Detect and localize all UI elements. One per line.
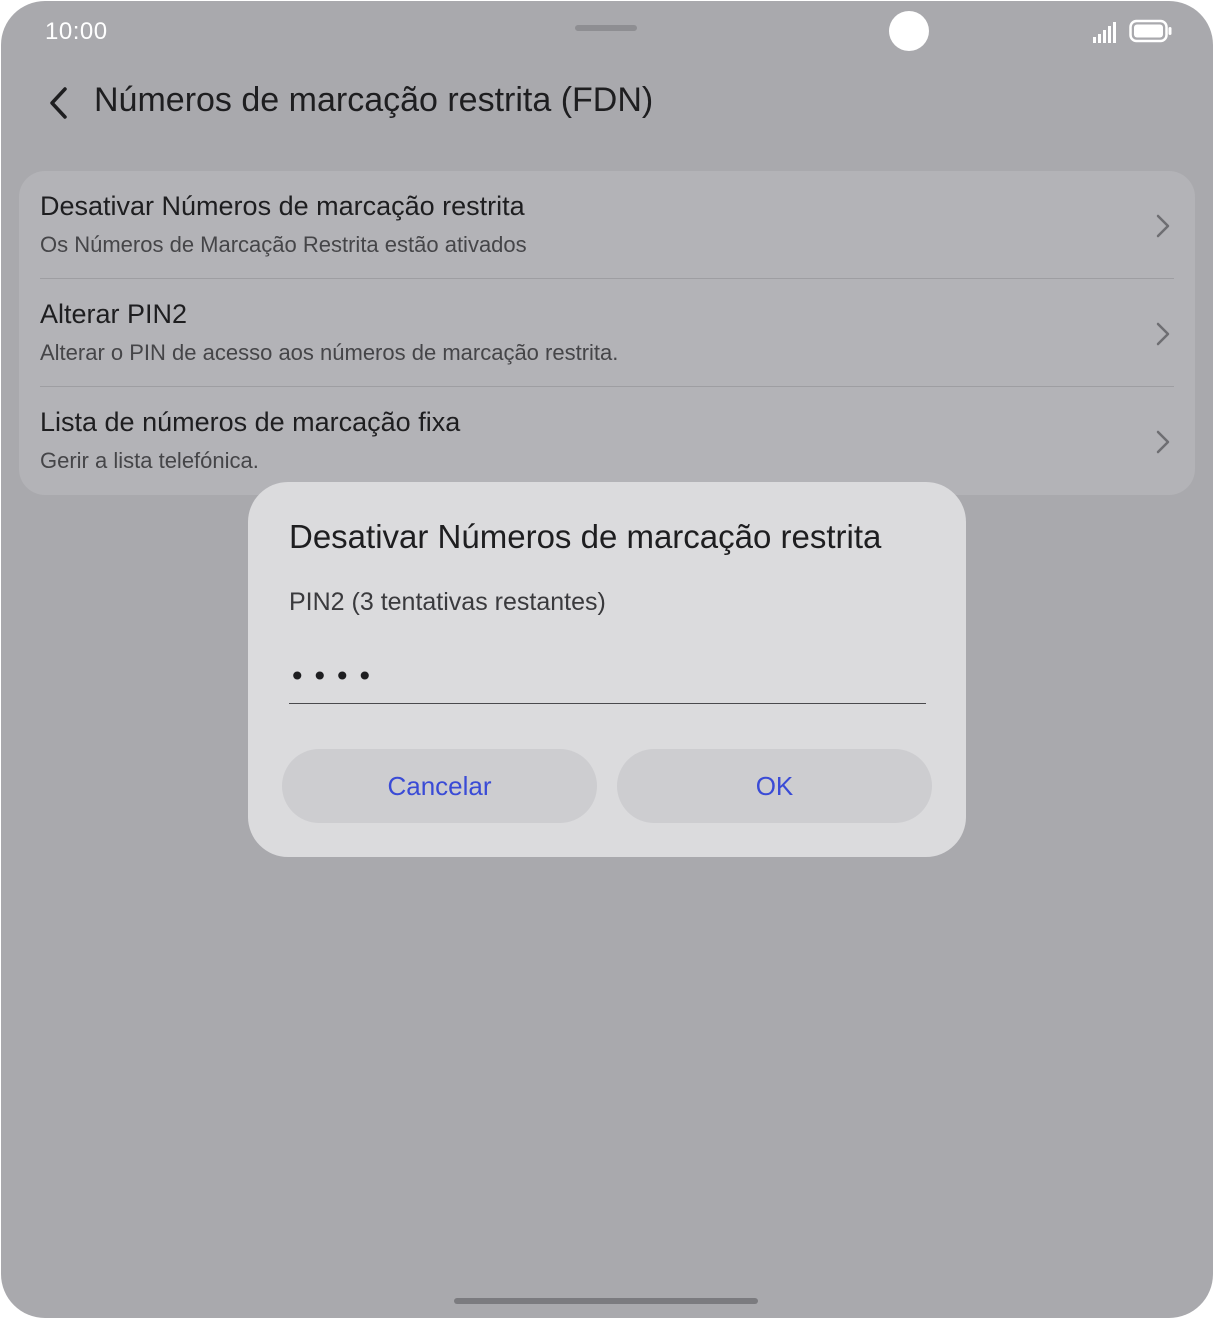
- setting-item-title: Lista de números de marcação fixa: [40, 407, 461, 437]
- chevron-right-icon: [1156, 322, 1170, 346]
- chevron-left-icon[interactable]: [41, 83, 77, 123]
- top-handle: [575, 25, 637, 31]
- pin2-input[interactable]: [289, 642, 926, 704]
- setting-item-title: Alterar PIN2: [40, 299, 188, 329]
- setting-item-subtitle: Gerir a lista telefónica.: [40, 448, 259, 473]
- page-title: Números de marcação restrita (FDN): [94, 81, 654, 119]
- chevron-right-icon: [1156, 430, 1170, 454]
- battery-icon: [1129, 19, 1172, 43]
- setting-item-change-pin2[interactable]: Alterar PIN2 Alterar o PIN de acesso aos…: [19, 279, 1195, 387]
- signal-icon: [1093, 22, 1116, 43]
- dialog-title: Desativar Números de marcação restrita: [289, 518, 882, 555]
- status-time: 10:00: [45, 18, 108, 45]
- cancel-button[interactable]: Cancelar: [282, 749, 597, 823]
- device-screen: 10:00 Números de marcação restrita (FDN)…: [1, 1, 1213, 1318]
- setting-item-title: Desativar Números de marcação restrita: [40, 191, 525, 221]
- pin2-dialog: Desativar Números de marcação restrita P…: [248, 482, 966, 857]
- setting-item-subtitle: Alterar o PIN de acesso aos números de m…: [40, 340, 619, 365]
- chevron-right-icon: [1156, 214, 1170, 238]
- ok-button[interactable]: OK: [617, 749, 932, 823]
- settings-card: Desativar Números de marcação restrita O…: [19, 171, 1195, 495]
- pin2-label: PIN2 (3 tentativas restantes): [289, 588, 606, 616]
- setting-item-fdn-list[interactable]: Lista de números de marcação fixa Gerir …: [19, 387, 1195, 495]
- camera-cutout: [889, 11, 929, 51]
- setting-item-disable-fdn[interactable]: Desativar Números de marcação restrita O…: [19, 171, 1195, 279]
- setting-item-subtitle: Os Números de Marcação Restrita estão at…: [40, 232, 527, 257]
- home-indicator[interactable]: [454, 1298, 758, 1304]
